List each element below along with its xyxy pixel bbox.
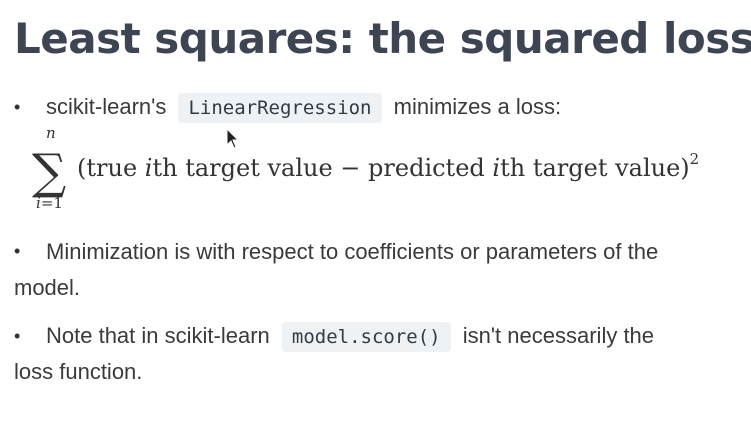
sum-lower-limit: i=1 — [36, 194, 63, 212]
formula-open: (true — [77, 154, 145, 182]
mouse-pointer-icon — [226, 128, 240, 149]
model-score-code: model.score() — [281, 322, 451, 352]
bullet-1-text-after: minimizes a loss: — [393, 94, 562, 119]
sum-upper-limit: n — [46, 124, 56, 142]
bullet-3-text-after: isn't necessarily the — [462, 323, 655, 348]
formula-end: th target value) — [500, 154, 690, 182]
formula-body: (true ith target value − predicted ith t… — [77, 150, 699, 182]
bullet-3-text-before: Note that in scikit-learn — [46, 323, 270, 348]
slide-title: Least squares: the squared loss — [14, 14, 751, 63]
bullet-marker: • — [14, 326, 21, 346]
squared-loss-formula: n ∑ i=1 (true ith target value − predict… — [30, 122, 730, 218]
formula-exponent: 2 — [689, 150, 700, 168]
linear-regression-code: LinearRegression — [178, 93, 382, 123]
bullet-1-text: scikit-learn's LinearRegression minimize… — [46, 93, 562, 123]
summation-sign: ∑ — [32, 144, 67, 200]
formula-middle: th target value − predicted — [152, 154, 493, 182]
bullet-2-line-1: Minimization is with respect to coeffici… — [46, 239, 659, 264]
bullet-1-text-before: scikit-learn's — [46, 94, 167, 119]
bullet-marker: • — [14, 241, 21, 261]
bullet-3-text: Note that in scikit-learn model.score() … — [46, 322, 655, 352]
formula-index-2: i — [492, 154, 501, 182]
lower-limit-equals: =1 — [40, 194, 63, 212]
bullet-3-line-2: loss function. — [14, 359, 143, 384]
bullet-marker: • — [14, 97, 21, 117]
bullet-2-line-2: model. — [14, 275, 81, 300]
